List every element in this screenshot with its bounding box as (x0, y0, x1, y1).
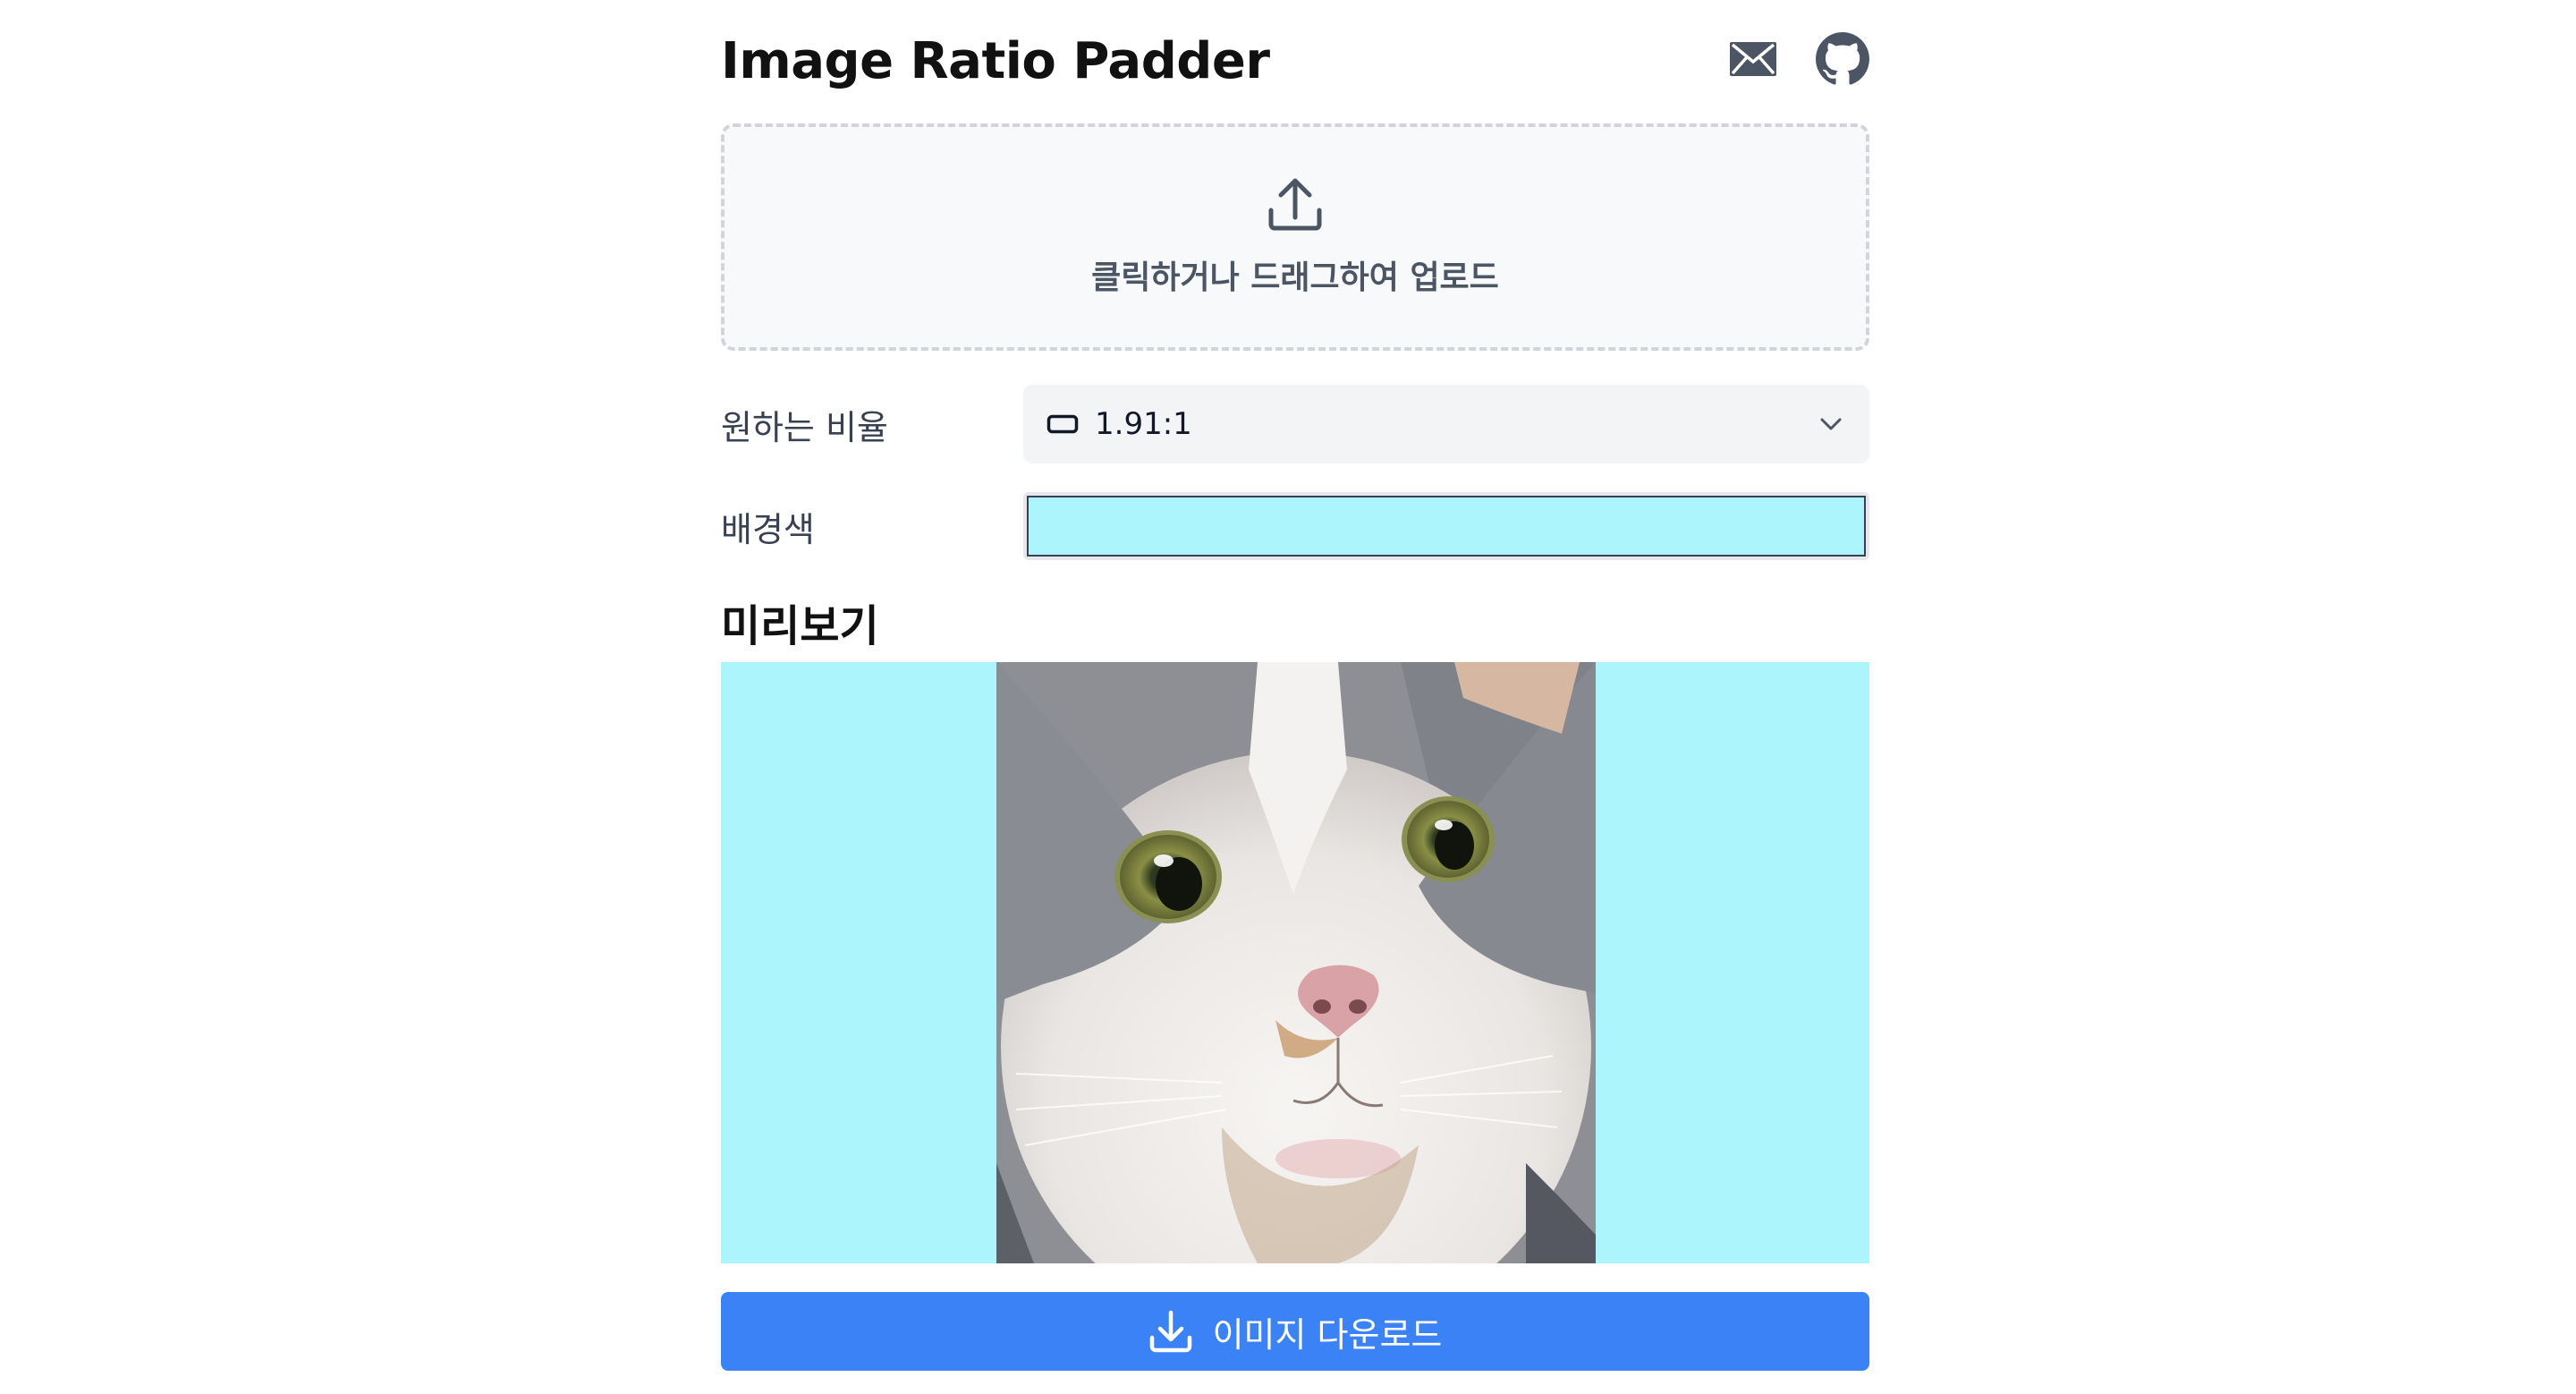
preview-canvas (721, 662, 1869, 1263)
github-icon (1816, 32, 1869, 85)
preview-title: 미리보기 (721, 601, 879, 651)
download-button[interactable]: 이미지 다운로드 (721, 1292, 1869, 1371)
cat-photo (996, 662, 1596, 1263)
upload-dropzone[interactable]: 클릭하거나 드래그하여 업로드 (721, 123, 1869, 351)
chevron-down-icon (1820, 418, 1842, 430)
header: Image Ratio Padder (721, 0, 1869, 123)
color-swatch (1027, 496, 1866, 557)
rectangle-icon (1046, 414, 1079, 434)
header-icons (1726, 32, 1869, 86)
mail-icon (1730, 42, 1776, 76)
upload-icon (1268, 178, 1322, 231)
background-row: 배경색 (721, 492, 1869, 560)
mail-button[interactable] (1726, 32, 1780, 86)
ratio-value: 1.91:1 (1095, 406, 1192, 442)
app-container: Image Ratio Padder 클릭하거나 드래그하여 업로드 원하는 비… (721, 0, 1869, 1371)
download-icon (1149, 1310, 1191, 1353)
background-color-input[interactable] (1023, 492, 1869, 560)
github-button[interactable] (1816, 32, 1869, 86)
page-title: Image Ratio Padder (721, 32, 1270, 90)
background-label: 배경색 (721, 509, 815, 549)
download-label: 이미지 다운로드 (1212, 1314, 1443, 1355)
ratio-label: 원하는 비율 (721, 407, 888, 447)
ratio-row: 원하는 비율 1.91:1 (721, 385, 1869, 463)
ratio-select[interactable]: 1.91:1 (1023, 385, 1869, 463)
upload-label: 클릭하거나 드래그하여 업로드 (1091, 259, 1499, 296)
